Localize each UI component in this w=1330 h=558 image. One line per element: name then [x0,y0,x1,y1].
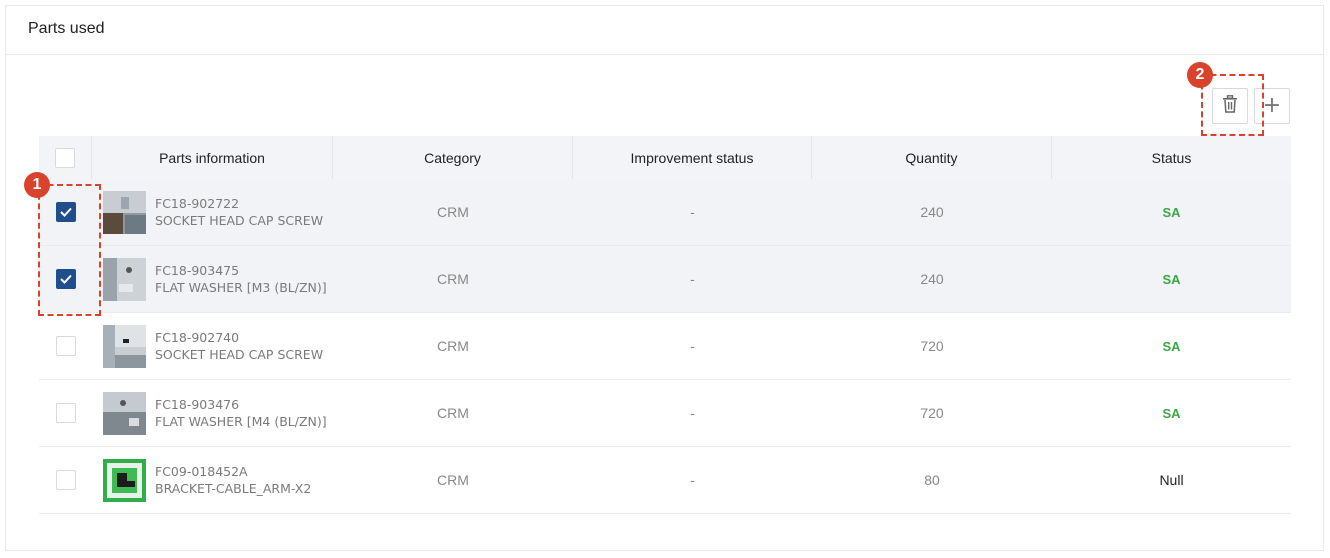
status-badge: SA [1162,204,1181,220]
parts-info-cell: FC18-902722 SOCKET HEAD CAP SCREW [92,179,333,245]
status-cell: SA [1052,313,1291,379]
improvement-status-cell: - [690,405,695,421]
plus-icon: + [1262,93,1282,118]
parts-table: Parts information Category Improvement s… [39,136,1291,514]
status-cell: Null [1052,447,1291,513]
status-cell: SA [1052,380,1291,446]
status-badge: SA [1162,338,1181,354]
row-checkbox[interactable] [55,336,76,356]
parts-info-cell: FC09-018452A BRACKET-CABLE_ARM-X2 [92,447,333,513]
category-cell: CRM [437,472,469,488]
header-improvement-status: Improvement status [573,136,812,179]
status-badge: SA [1162,271,1181,287]
table-row[interactable]: FC18-903475 FLAT WASHER [M3 (BL/ZN)] CRM… [39,246,1291,313]
parts-info-cell: FC18-902740 SOCKET HEAD CAP SCREW [92,313,333,379]
improvement-status-cell: - [690,271,695,287]
category-cell: CRM [437,405,469,421]
quantity-cell: 240 [920,271,944,287]
part-code: FC09-018452A [155,464,248,479]
part-name: FLAT WASHER [M4 (BL/ZN)] [155,414,327,429]
panel-title: Parts used [28,20,105,37]
annotation-badge-2: 2 [1187,62,1213,88]
status-cell: SA [1052,179,1291,245]
status-badge: SA [1162,405,1181,421]
header-category: Category [333,136,573,179]
annotation-badge-1: 1 [24,172,50,198]
parts-info-cell: FC18-903476 FLAT WASHER [M4 (BL/ZN)] [92,380,333,446]
part-thumbnail [103,324,146,368]
part-code: FC18-903476 [155,397,240,412]
row-select-cell [39,447,92,513]
improvement-status-cell: - [690,472,695,488]
improvement-status-cell: - [690,204,695,220]
header-status: Status [1151,149,1192,166]
quantity-cell: 80 [924,472,940,488]
quantity-cell: 720 [920,338,944,354]
part-thumbnail [103,190,146,234]
improvement-status-cell: - [690,338,695,354]
row-select-cell [39,380,92,446]
part-thumbnail [103,391,146,435]
status-badge: Null [1159,472,1184,488]
row-select-cell [39,313,92,379]
row-checkbox[interactable] [55,403,76,423]
row-checkbox[interactable] [55,470,76,490]
header-select-all [39,136,92,179]
category-cell: CRM [437,204,469,220]
quantity-cell: 240 [920,204,944,220]
panel-header: Parts used [6,6,1323,55]
table-row[interactable]: FC18-902722 SOCKET HEAD CAP SCREW CRM - … [39,179,1291,246]
table-header: Parts information Category Improvement s… [39,136,1291,179]
table-row[interactable]: FC09-018452A BRACKET-CABLE_ARM-X2 CRM - … [39,447,1291,514]
part-name: SOCKET HEAD CAP SCREW [155,213,324,228]
category-cell: CRM [437,271,469,287]
header-quantity: Quantity [812,136,1052,179]
part-name: BRACKET-CABLE_ARM-X2 [155,481,312,496]
part-code: FC18-903475 [155,263,240,278]
annotation-box-1 [38,184,101,316]
table-row[interactable]: FC18-903476 FLAT WASHER [M4 (BL/ZN)] CRM… [39,380,1291,447]
select-all-checkbox[interactable] [55,147,75,168]
part-code: FC18-902740 [155,330,240,345]
table-row[interactable]: FC18-902740 SOCKET HEAD CAP SCREW CRM - … [39,313,1291,380]
parts-info-cell: FC18-903475 FLAT WASHER [M3 (BL/ZN)] [92,246,333,312]
part-thumbnail [103,257,146,301]
part-name: SOCKET HEAD CAP SCREW [155,347,324,362]
part-name: FLAT WASHER [M3 (BL/ZN)] [155,280,327,295]
header-parts-information: Parts information [92,136,333,179]
annotation-box-2 [1201,74,1264,136]
quantity-cell: 720 [920,405,944,421]
status-cell: SA [1052,246,1291,312]
category-cell: CRM [437,338,469,354]
part-code: FC18-902722 [155,196,240,211]
part-thumbnail [103,458,146,502]
